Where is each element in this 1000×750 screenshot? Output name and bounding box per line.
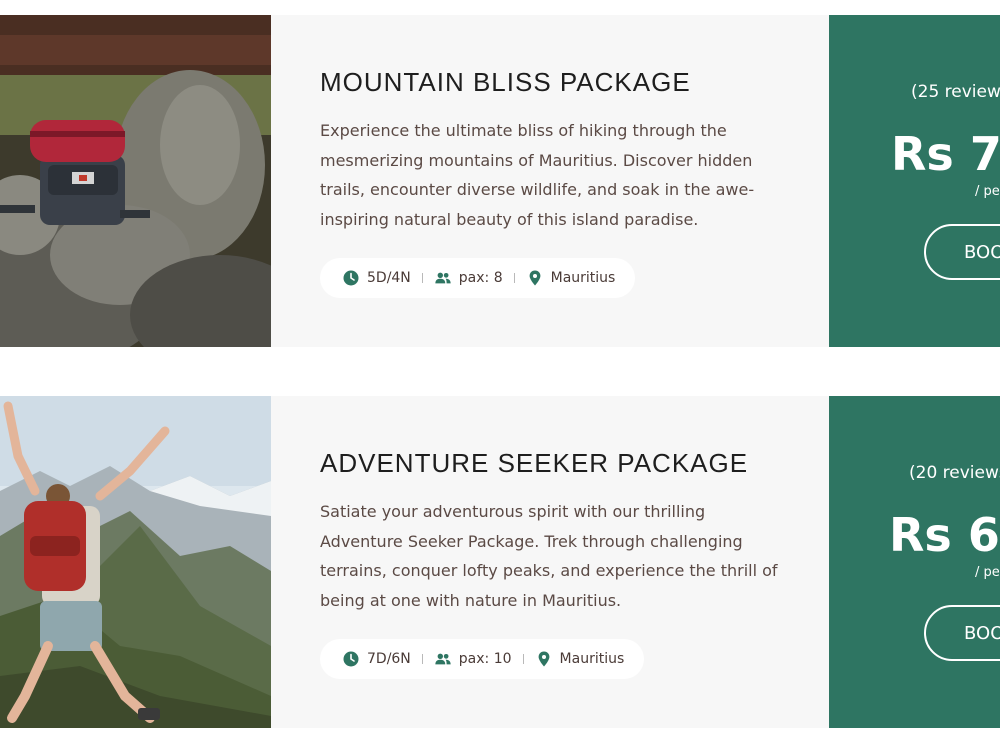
package-card: MOUNTAIN BLISS PACKAGE Experience the ul… [0, 15, 1000, 347]
clock-icon [342, 650, 360, 668]
pax-item: pax: 8 [434, 269, 503, 287]
clock-icon [342, 269, 360, 287]
reviews-count[interactable]: (20 reviews [909, 463, 1000, 483]
meta-divider [513, 273, 515, 283]
package-content: MOUNTAIN BLISS PACKAGE Experience the ul… [320, 15, 790, 347]
location-text: Mauritius [550, 270, 616, 286]
group-icon [434, 650, 452, 668]
package-title: MOUNTAIN BLISS PACKAGE [320, 67, 691, 97]
package-meta: 7D/6N pax: 10 Mauritius [320, 639, 645, 679]
location-item: Mauritius [535, 650, 625, 668]
price-unit: / pe [975, 184, 1000, 199]
group-icon [434, 269, 452, 287]
reviews-count[interactable]: (25 reviews [911, 82, 1000, 102]
package-meta: 5D/4N pax: 8 Mauritius [320, 258, 636, 298]
pax-text: pax: 8 [458, 270, 503, 286]
pax-item: pax: 10 [434, 650, 512, 668]
meta-divider [522, 654, 524, 664]
package-description: Satiate your adventurous spirit with our… [320, 502, 778, 610]
package-price: Rs 69 [889, 508, 1000, 562]
meta-divider [421, 273, 423, 283]
duration-text: 5D/4N [367, 270, 411, 286]
duration-item: 7D/6N [342, 650, 411, 668]
price-unit: / pe [975, 565, 1000, 580]
location-pin-icon [535, 650, 553, 668]
package-title: ADVENTURE SEEKER PACKAGE [320, 448, 749, 478]
pricing-panel: (20 reviews Rs 69 / pe BOO [829, 396, 1000, 728]
package-card: ADVENTURE SEEKER PACKAGE Satiate your ad… [0, 396, 1000, 728]
meta-divider [421, 654, 423, 664]
package-photo-hiker-mountains [0, 396, 271, 728]
book-button[interactable]: BOO [924, 224, 1000, 280]
location-pin-icon [526, 269, 544, 287]
duration-text: 7D/6N [367, 651, 411, 667]
package-price: Rs 74 [891, 127, 1000, 181]
package-description: Experience the ultimate bliss of hiking … [320, 121, 755, 229]
location-text: Mauritius [559, 651, 625, 667]
pricing-panel: (25 reviews Rs 74 / pe BOO [829, 15, 1000, 347]
duration-item: 5D/4N [342, 269, 411, 287]
book-button[interactable]: BOO [924, 605, 1000, 661]
package-photo-hiking-backpack [0, 15, 271, 347]
pax-text: pax: 10 [458, 651, 512, 667]
location-item: Mauritius [526, 269, 616, 287]
package-content: ADVENTURE SEEKER PACKAGE Satiate your ad… [320, 396, 790, 728]
